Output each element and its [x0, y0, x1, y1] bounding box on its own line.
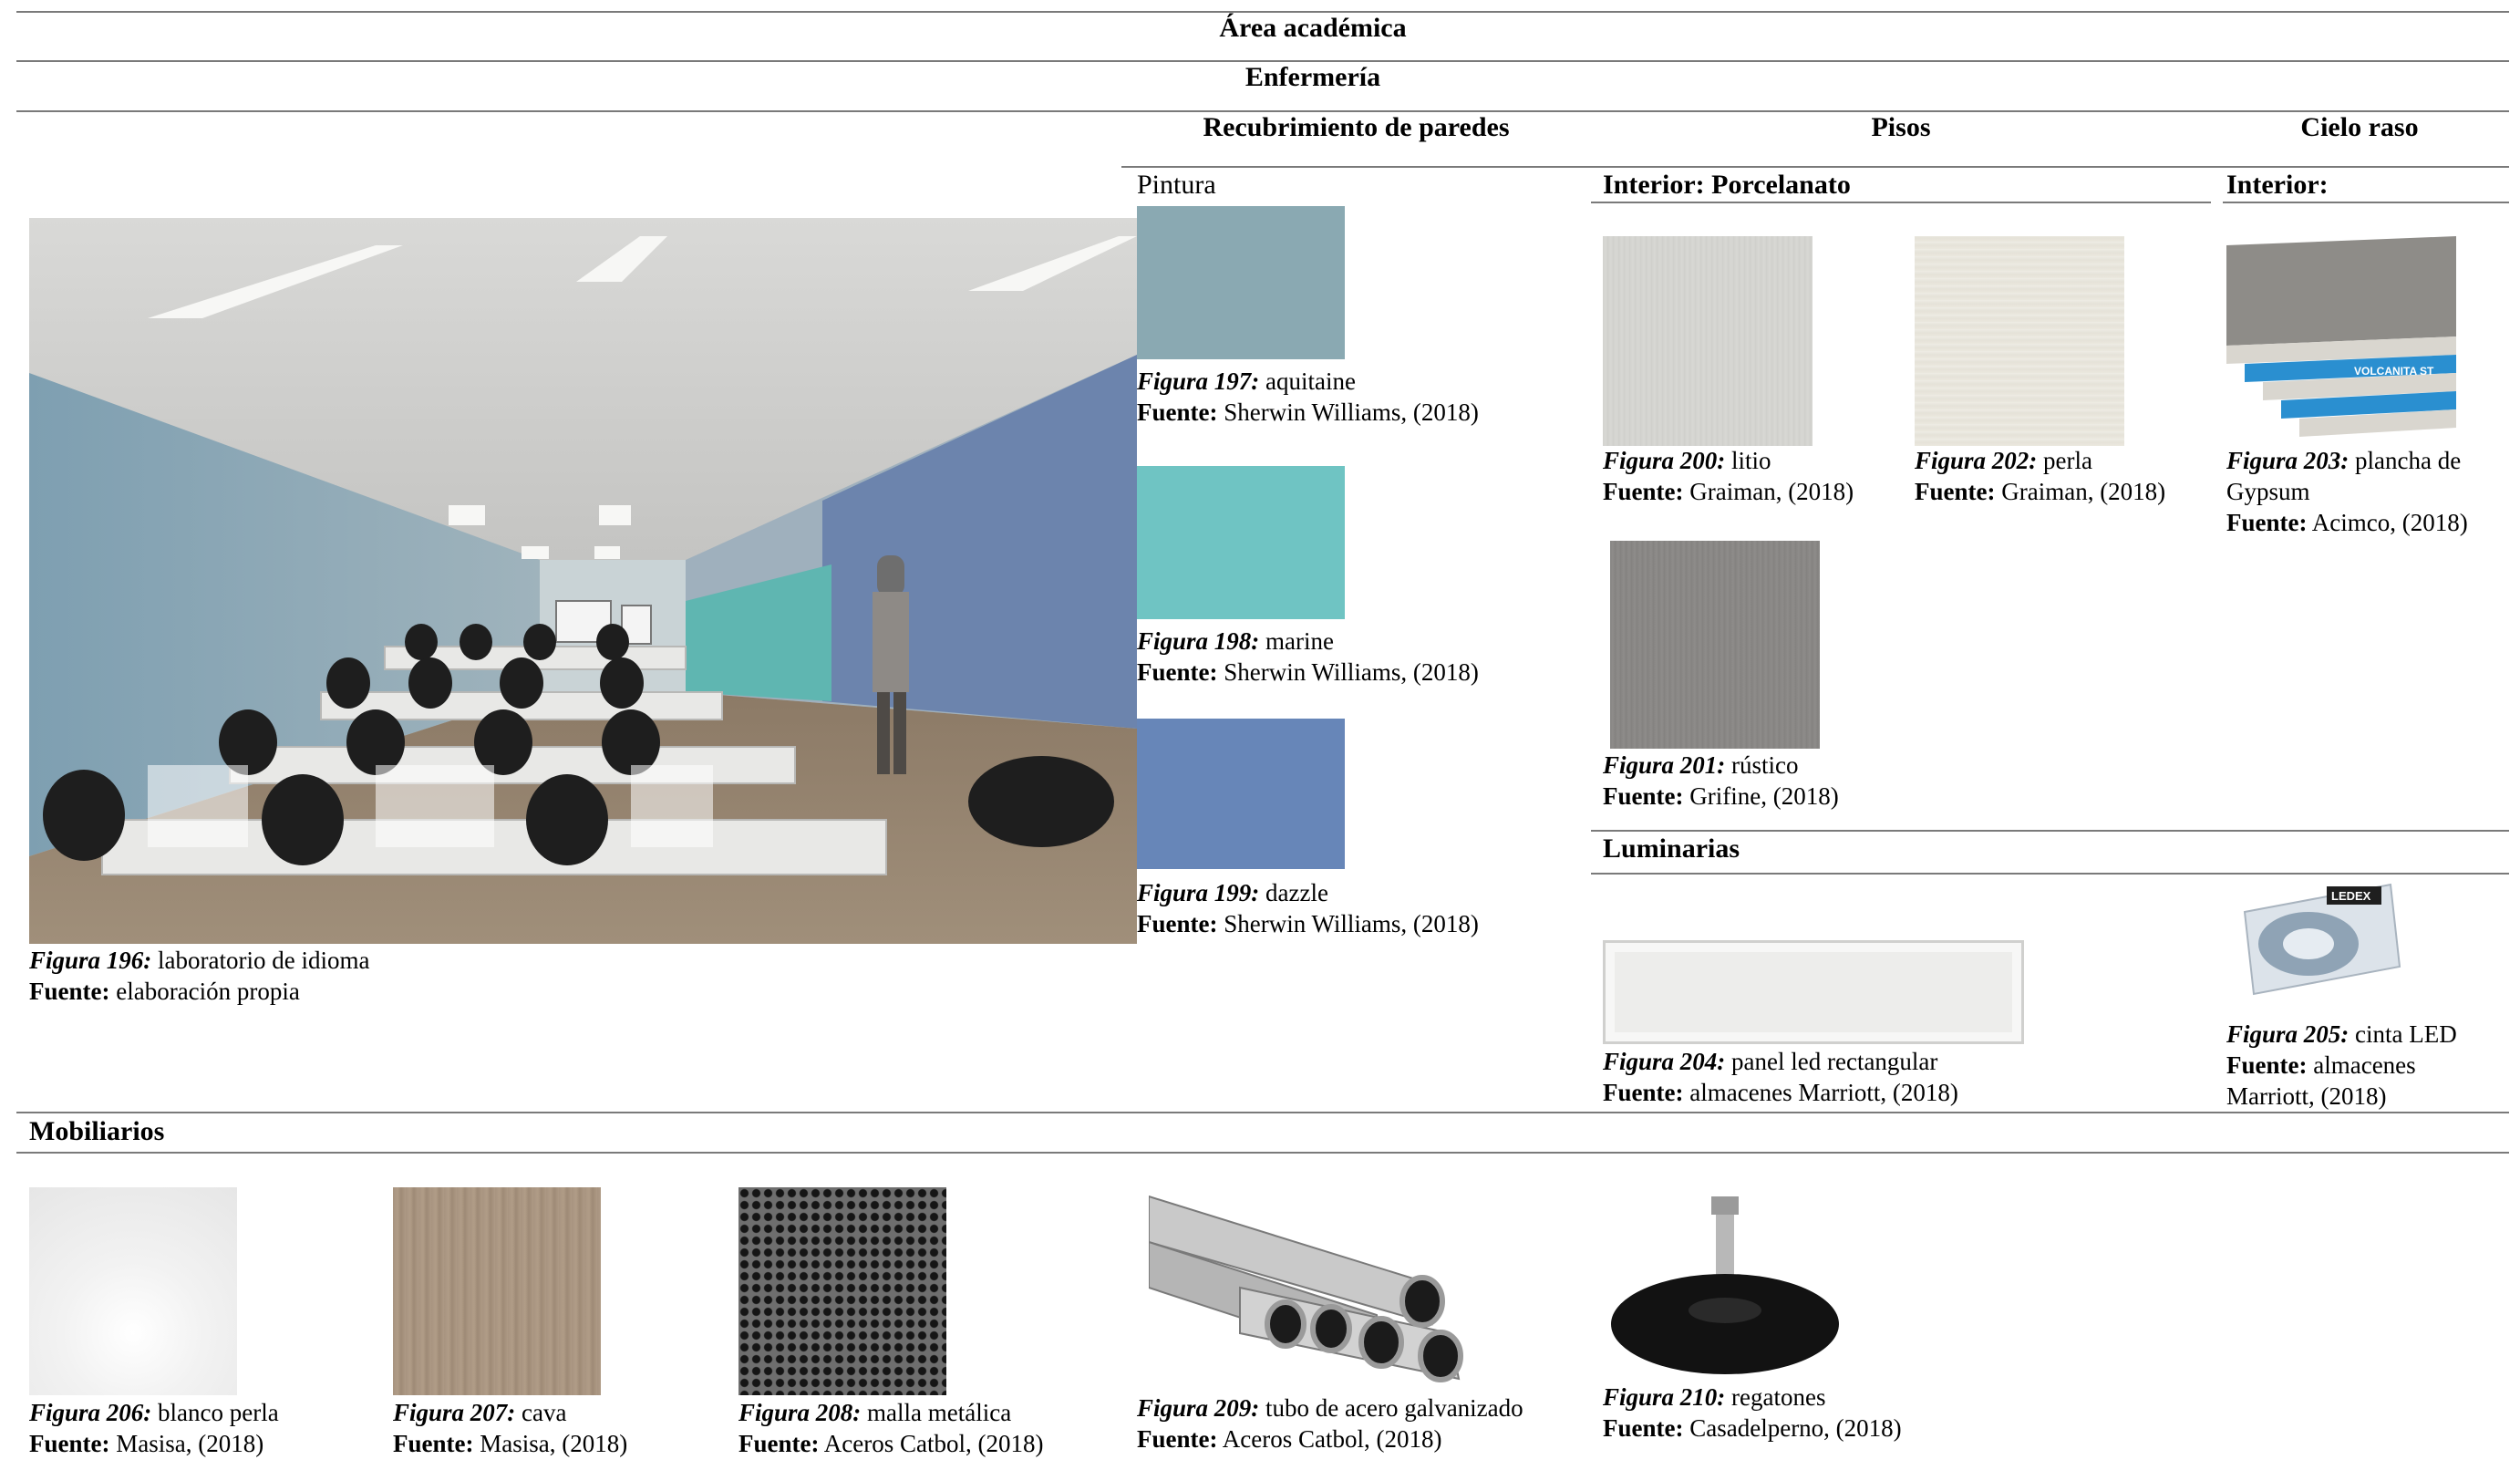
- caption-fig-200: Figura 200: litio Fuente: Graiman, (2018…: [1603, 447, 1854, 505]
- caption-fig-201: Figura 201: rústico Fuente: Grifine, (20…: [1603, 751, 1839, 810]
- furniture-top-rule: [16, 1112, 2509, 1113]
- regaton-image: [1606, 1187, 1844, 1388]
- lighting-label: Luminarias: [1603, 833, 1740, 864]
- caption-fig-204: Figura 204: panel led rectangular Fuente…: [1603, 1048, 1958, 1106]
- ceiling-interior-label: Interior:: [2226, 170, 2329, 200]
- columns-rule: [1121, 166, 2509, 168]
- metal-mesh-image: [738, 1187, 946, 1395]
- gypsum-board-image: VOLCANITA ST: [2226, 236, 2456, 442]
- led-panel-image: [1603, 940, 2024, 1044]
- floors-rule: [1591, 202, 2211, 203]
- cava-wood-image: [393, 1187, 601, 1395]
- aquitaine-swatch: [1137, 206, 1345, 359]
- floors-interior-label: Interior: Porcelanato: [1603, 170, 1851, 200]
- caption-fig-207: Figura 207: cava Fuente: Masisa, (2018): [393, 1399, 628, 1457]
- furniture-label: Mobiliarios: [29, 1116, 165, 1146]
- page-subtitle: Enfermería: [1245, 62, 1381, 92]
- caption-fig-203: Figura 203: plancha de Gypsum Fuente: Ac…: [2226, 447, 2468, 536]
- lighting-bottom-rule: [1591, 873, 2509, 875]
- caption-fig-197: Figura 197: aquitaine Fuente: Sherwin Wi…: [1137, 368, 1479, 426]
- gypsum-brand-text: VOLCANITA ST: [2354, 365, 2434, 378]
- caption-fig-196: Figura 196: laboratorio de idioma Fuente…: [29, 947, 370, 1005]
- marine-swatch: [1137, 466, 1345, 619]
- caption-fig-210: Figura 210: regatones Fuente: Casadelper…: [1603, 1383, 1902, 1442]
- caption-fig-199: Figura 199: dazzle Fuente: Sherwin Willi…: [1137, 879, 1479, 937]
- caption-fig-202: Figura 202: perla Fuente: Graiman, (2018…: [1915, 447, 2166, 505]
- litio-tile-image: [1603, 236, 1813, 446]
- paint-label: Pintura: [1137, 170, 1216, 200]
- walls-column-header: Recubrimiento de paredes: [1203, 112, 1510, 142]
- led-strip-image: LEDEX: [2226, 875, 2409, 1003]
- caption-fig-198: Figura 198: marine Fuente: Sherwin Willi…: [1137, 627, 1479, 686]
- caption-fig-208: Figura 208: malla metálica Fuente: Acero…: [738, 1399, 1044, 1457]
- galvanized-tube-image: [1149, 1187, 1468, 1397]
- perla-tile-image: [1915, 236, 2124, 446]
- caption-fig-209: Figura 209: tubo de acero galvanizado Fu…: [1137, 1394, 1523, 1453]
- rustico-tile-image: [1610, 541, 1820, 749]
- floors-column-header: Pisos: [1871, 112, 1931, 142]
- ceiling-rule: [2223, 202, 2509, 203]
- classroom-render-image: [29, 218, 1137, 944]
- page-title: Área académica: [1219, 13, 1407, 43]
- dazzle-swatch: [1137, 719, 1345, 869]
- lighting-top-rule: [1591, 830, 2509, 832]
- ceiling-column-header: Cielo raso: [2300, 112, 2419, 142]
- led-brand-text: LEDEX: [2331, 889, 2371, 903]
- caption-fig-206: Figura 206: blanco perla Fuente: Masisa,…: [29, 1399, 279, 1457]
- caption-fig-205: Figura 205: cinta LED Fuente: almacenes …: [2226, 1020, 2457, 1110]
- blanco-perla-image: [29, 1187, 237, 1395]
- furniture-bottom-rule: [16, 1152, 2509, 1154]
